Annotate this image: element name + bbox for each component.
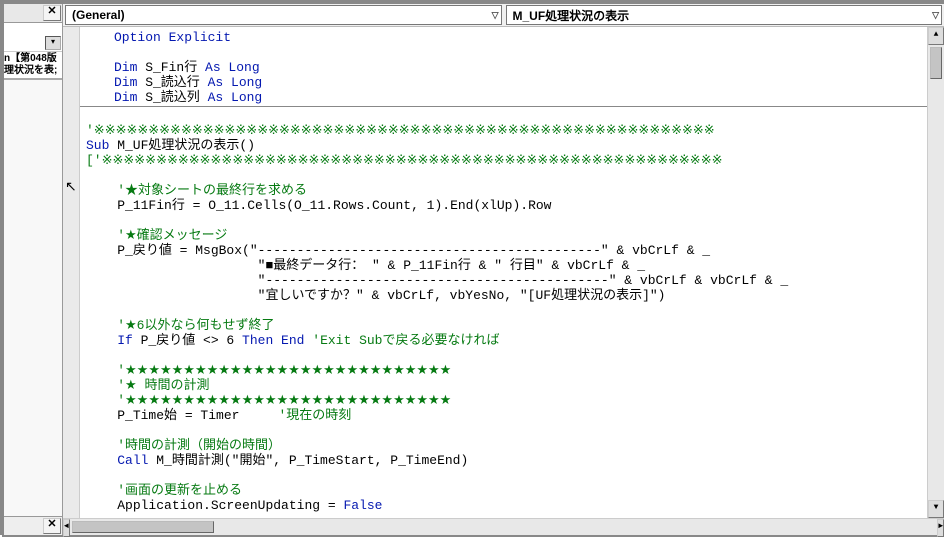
horizontal-scrollbar[interactable]: ◄ ► [63, 518, 944, 535]
code-comment: '★★★★★★★★★★★★★★★★★★★★★★★★★★★★ [117, 363, 451, 378]
code-token: False [343, 498, 382, 513]
chevron-down-icon: ▽ [492, 10, 499, 21]
code-comment: '画面の更新を止める [117, 483, 242, 498]
code-token: If [117, 333, 133, 348]
code-line: "---------------------------------------… [117, 273, 788, 288]
code-module-pane: (General) ▽ M_UF処理状況の表示 ▽ ↖ Option Expli… [63, 4, 944, 535]
code-comment: '★対象シートの最終行を求める [117, 183, 307, 198]
code-token: P_戻り値 <> 6 [133, 333, 242, 348]
code-comment: '★確認メッセージ [117, 228, 227, 243]
code-token: Then End [242, 333, 312, 348]
explorer-footer: ✕ [4, 516, 62, 535]
code-token: Option Explicit [114, 30, 231, 45]
scroll-left-icon[interactable]: ◄ [63, 519, 70, 537]
code-token: S_読込行 [137, 75, 207, 90]
code-comment: '★ 時間の計測 [117, 378, 209, 393]
code-token: Dim [114, 75, 137, 90]
margin-indicator-bar: ↖ [63, 27, 80, 518]
code-comment: 'Exit Subで戻る必要なければ [312, 333, 499, 348]
code-line: M_時間計測("開始", P_TimeStart, P_TimeEnd) [148, 453, 468, 468]
code-line: "■最終データ行： " & P_11Fin行 & " 行目" & vbCrLf … [117, 258, 645, 273]
code-comment: '★6以外なら何もせず終了 [117, 318, 274, 333]
chevron-down-icon: ▽ [932, 10, 939, 21]
object-dropdown[interactable]: (General) ▽ [65, 5, 502, 25]
code-container: ↖ Option Explicit Dim S_Fin行 As Long Dim… [63, 27, 944, 518]
vertical-scrollbar[interactable]: ▲ ▼ [927, 27, 944, 518]
code-token: As Long [208, 90, 263, 105]
code-token: Call [117, 453, 148, 468]
object-proc-bar: (General) ▽ M_UF処理状況の表示 ▽ [63, 4, 944, 27]
code-line: P_戻り値 = MsgBox("------------------------… [117, 243, 710, 258]
code-viewport[interactable]: Option Explicit Dim S_Fin行 As Long Dim S… [80, 27, 927, 518]
code-token: As Long [205, 60, 260, 75]
close-icon[interactable]: ✕ [43, 518, 61, 534]
code-token: Sub [86, 138, 109, 153]
scroll-up-icon[interactable]: ▲ [928, 27, 944, 45]
code-line: P_11Fin行 = O_11.Cells(O_11.Rows.Count, 1… [117, 198, 551, 213]
procedure-dropdown[interactable]: M_UF処理状況の表示 ▽ [506, 5, 943, 25]
code-comment: '時間の計測（開始の時間） [117, 438, 281, 453]
code-comment: '※※※※※※※※※※※※※※※※※※※※※※※※※※※※※※※※※※※※※※※… [86, 123, 715, 138]
dropdown-arrow-icon[interactable]: ▾ [45, 36, 61, 50]
code-token: S_Fin行 [137, 60, 205, 75]
code-line: P_Time始 = Timer [117, 408, 278, 423]
explorer-toolbar: ▾ [4, 23, 62, 52]
declaration-divider [80, 106, 927, 107]
code-comment: ['※※※※※※※※※※※※※※※※※※※※※※※※※※※※※※※※※※※※※※… [86, 153, 722, 168]
code-comment: '現在の時刻 [278, 408, 351, 423]
explorer-empty [4, 80, 62, 516]
window-frame: ✕ ▾ n【第048版 理状況を表; ✕ (General) ▽ M_UF処理状… [4, 4, 944, 535]
code-text[interactable]: Option Explicit Dim S_Fin行 As Long Dim S… [80, 27, 927, 518]
explorer-header: ✕ [4, 4, 62, 23]
close-icon[interactable]: ✕ [43, 5, 61, 21]
code-line: Application.ScreenUpdating = [117, 498, 343, 513]
scroll-track[interactable] [216, 519, 937, 535]
code-token: As Long [208, 75, 263, 90]
explorer-tree[interactable]: n【第048版 理状況を表; [4, 52, 62, 80]
object-dropdown-value: (General) [72, 8, 125, 22]
scroll-thumb[interactable] [930, 47, 942, 79]
tree-item[interactable]: 理状況を表; [4, 65, 62, 77]
code-token: Dim [114, 90, 137, 105]
code-token: M_UF処理状況の表示() [109, 138, 255, 153]
code-token: Dim [114, 60, 137, 75]
cursor-arrow-icon: ↖ [65, 179, 77, 196]
scroll-down-icon[interactable]: ▼ [928, 500, 944, 518]
code-token: S_読込列 [137, 90, 207, 105]
tree-item[interactable]: n【第048版 [4, 53, 62, 65]
procedure-dropdown-value: M_UF処理状況の表示 [513, 7, 630, 24]
scroll-track[interactable] [928, 81, 944, 500]
project-explorer-pane: ✕ ▾ n【第048版 理状況を表; ✕ [4, 4, 63, 535]
code-line: "宜しいですか？" & vbCrLf, vbYesNo, "[UF処理状況の表示… [117, 288, 665, 303]
code-comment: '★★★★★★★★★★★★★★★★★★★★★★★★★★★★ [117, 393, 451, 408]
scroll-thumb[interactable] [72, 521, 214, 533]
scroll-right-icon[interactable]: ► [937, 519, 944, 537]
